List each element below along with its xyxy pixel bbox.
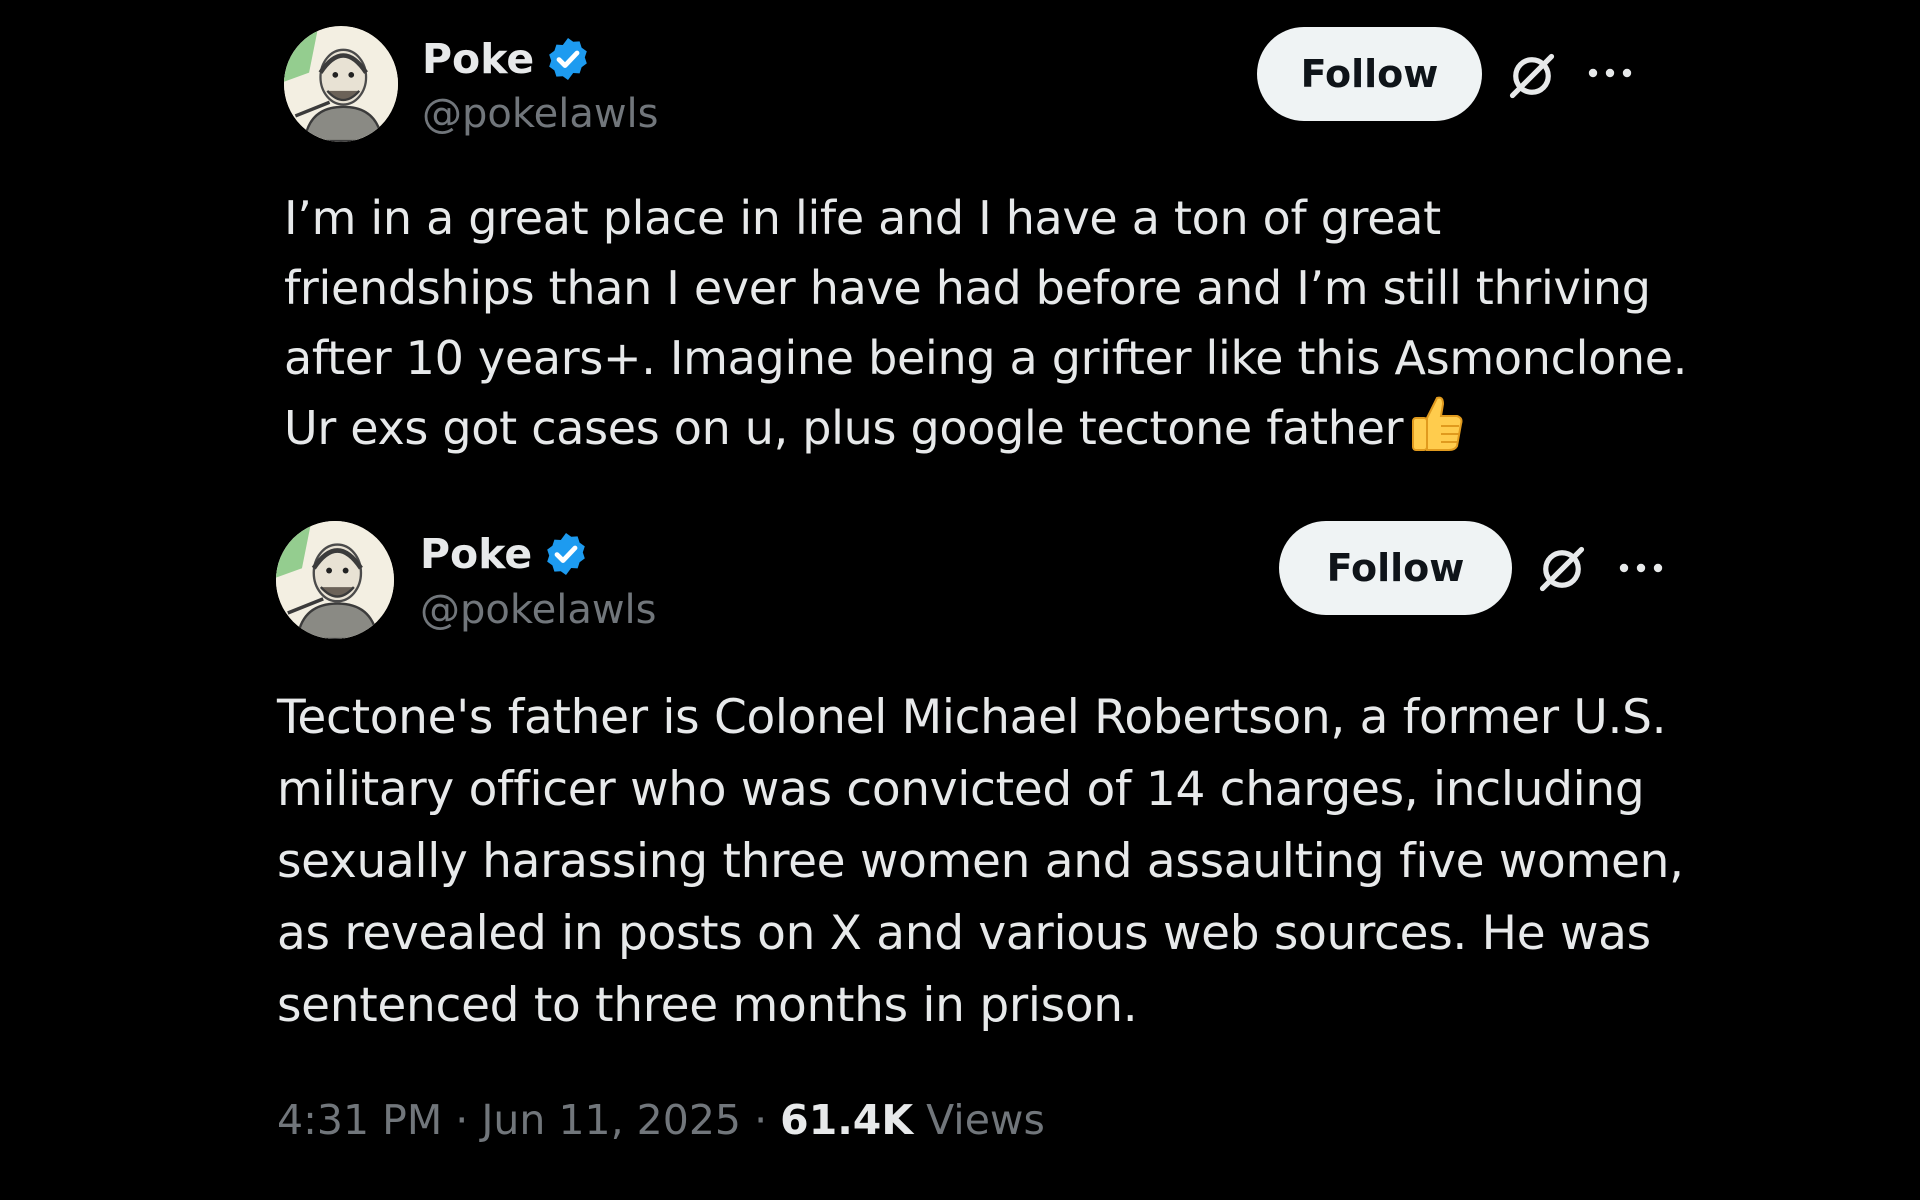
verified-badge-icon bbox=[547, 533, 586, 575]
post-text: Tectone's father is Colonel Michael Robe… bbox=[277, 682, 1684, 1042]
avatar-post-1[interactable] bbox=[284, 26, 398, 142]
views-count[interactable]: 61.4K bbox=[780, 1096, 913, 1144]
post-text-line: sentenced to three months in prison. bbox=[277, 978, 1138, 1033]
post-text-line: sexually harassing three women and assau… bbox=[277, 834, 1684, 889]
author-name-row: Poke bbox=[422, 35, 592, 83]
author-handle[interactable]: @pokelawls bbox=[422, 94, 659, 134]
views-label: Views bbox=[926, 1096, 1045, 1144]
post-date[interactable]: Jun 11, 2025 bbox=[481, 1096, 741, 1144]
follow-button[interactable]: Follow bbox=[1279, 521, 1512, 615]
grok-icon[interactable] bbox=[1506, 50, 1558, 102]
post-text-line: Ur exs got cases on u, plus google tecto… bbox=[284, 401, 1404, 455]
meta-separator: · bbox=[754, 1096, 768, 1144]
verified-badge-icon bbox=[549, 38, 588, 80]
author-name-row: Poke bbox=[420, 530, 590, 578]
post-text-line: friendships than I ever have had before … bbox=[284, 261, 1651, 315]
post-text-line: military officer who was convicted of 14… bbox=[277, 762, 1645, 817]
post-text: I’m in a great place in life and I have … bbox=[284, 183, 1687, 463]
post-meta: 4:31 PM · Jun 11, 2025 · 61.4K Views bbox=[277, 1096, 1045, 1144]
author-display-name[interactable]: Poke bbox=[420, 533, 532, 575]
post-text-line: Tectone's father is Colonel Michael Robe… bbox=[277, 690, 1667, 745]
post-text-line-with-emoji: Ur exs got cases on u, plus google tecto… bbox=[284, 393, 1687, 463]
post-text-line: after 10 years+. Imagine being a grifter… bbox=[284, 331, 1688, 385]
follow-button[interactable]: Follow bbox=[1257, 27, 1482, 121]
post-text-line: I’m in a great place in life and I have … bbox=[284, 191, 1441, 245]
post-text-line: as revealed in posts on X and various we… bbox=[277, 906, 1651, 961]
post-2: Poke @pokelawls Follow Tectone's father … bbox=[0, 480, 1920, 1200]
grok-icon[interactable] bbox=[1536, 543, 1588, 595]
avatar-sketch-icon bbox=[276, 521, 394, 639]
thumbs-up-icon bbox=[1412, 396, 1463, 451]
post-1: Poke @pokelawls Follow I’m in a great pl… bbox=[0, 0, 1920, 480]
avatar-post-2[interactable] bbox=[276, 521, 394, 639]
author-handle[interactable]: @pokelawls bbox=[420, 590, 657, 630]
more-options-icon[interactable] bbox=[1617, 561, 1665, 575]
more-options-icon[interactable] bbox=[1586, 66, 1634, 80]
author-display-name[interactable]: Poke bbox=[422, 38, 534, 80]
meta-separator: · bbox=[455, 1096, 469, 1144]
avatar-sketch-icon bbox=[284, 27, 398, 142]
post-time[interactable]: 4:31 PM bbox=[277, 1096, 442, 1144]
